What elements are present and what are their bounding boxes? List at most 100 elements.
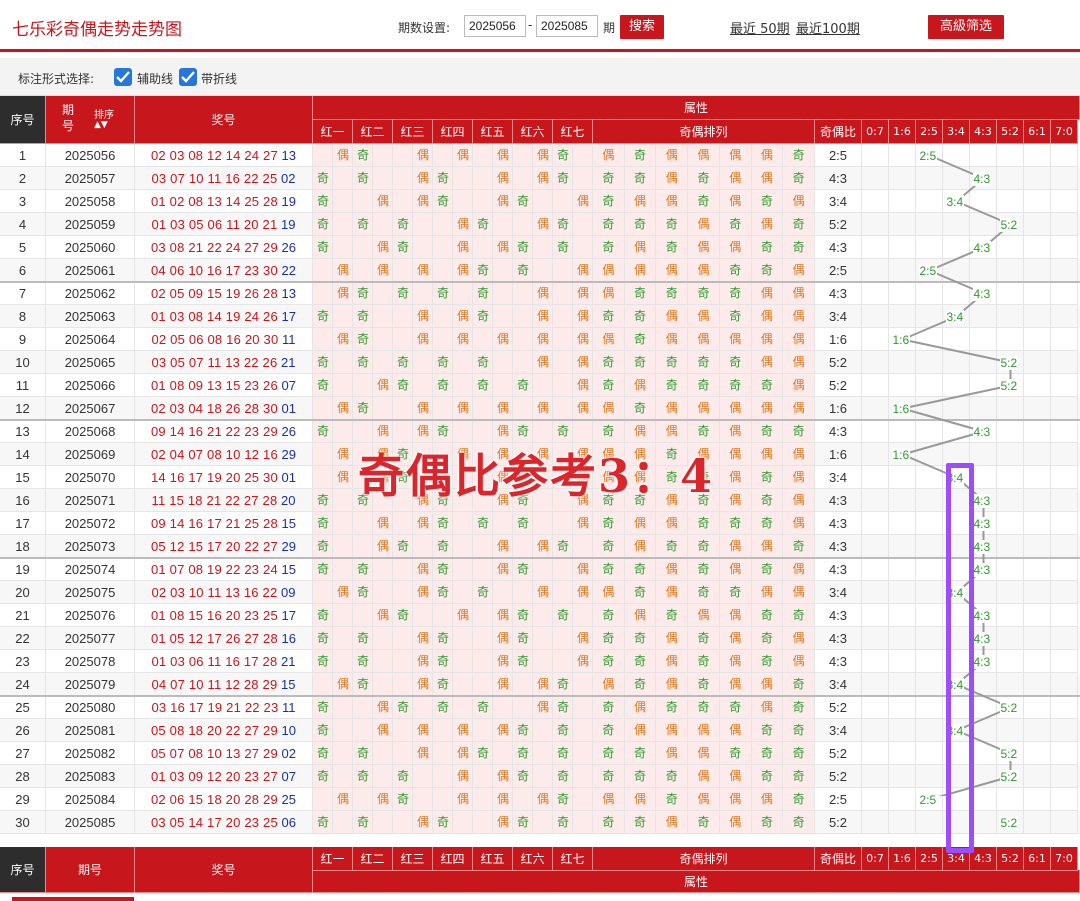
- arrange-mark: 偶: [783, 650, 815, 673]
- red-cell: [453, 512, 473, 535]
- group-separator: [0, 695, 1080, 697]
- row-ratio: 5:2: [815, 811, 862, 834]
- red-cell: [373, 328, 393, 351]
- end-period-input[interactable]: [536, 15, 598, 37]
- ratio-cell: [862, 604, 889, 627]
- start-period-input[interactable]: [464, 15, 526, 37]
- arrange-mark: 偶: [719, 489, 752, 512]
- ratio-cell: [1051, 581, 1078, 604]
- ratio-cell: [889, 466, 916, 489]
- award-numbers: 01 08 09 13 15 23 26: [151, 378, 278, 393]
- table-row: 12 2025067 02 03 04 18 26 28 30 01 偶奇偶偶偶偶偶偶…: [0, 397, 1080, 420]
- odd-mark: 奇: [316, 355, 329, 369]
- row-ratio: 5:2: [815, 765, 862, 788]
- arrange-mark: 偶: [751, 144, 784, 167]
- col-period-header[interactable]: 期号 排序 ▲▼: [46, 96, 135, 144]
- arrange-mark: 奇: [783, 673, 815, 696]
- ratio-cell: [970, 765, 997, 788]
- ratio-cell: [889, 259, 916, 282]
- recent-100-link[interactable]: 最近100期: [796, 18, 860, 37]
- odd-mark: 奇: [556, 171, 569, 185]
- red-cell: [373, 627, 393, 650]
- recent-50-link[interactable]: 最近 50期: [730, 18, 790, 37]
- ratio-cell: [1024, 604, 1051, 627]
- sort-label[interactable]: 排序: [94, 106, 114, 121]
- arrange-mark: 奇: [624, 765, 657, 788]
- odd-mark: 奇: [556, 700, 569, 714]
- special-number: 11: [282, 700, 296, 715]
- even-mark: 偶: [536, 700, 549, 714]
- odd-mark: 奇: [396, 769, 409, 783]
- red-cell: [333, 512, 353, 535]
- red-cell: [533, 604, 553, 627]
- aux-line-checkbox[interactable]: [114, 68, 132, 86]
- hdr-red-7: 红七: [553, 120, 593, 144]
- arrange-mark: 偶: [688, 144, 720, 167]
- red-cell: [553, 581, 573, 604]
- row-seq: 13: [0, 420, 46, 443]
- row-ratio: 2:5: [815, 788, 862, 811]
- advanced-filter-button[interactable]: 高級筛选: [928, 15, 1004, 39]
- red-cell: [373, 650, 393, 673]
- search-button[interactable]: 搜索: [620, 15, 664, 39]
- ratio-cell: [997, 397, 1024, 420]
- row-ratio: 4:3: [815, 604, 862, 627]
- red-cell: [393, 581, 413, 604]
- even-mark: 偶: [536, 171, 549, 185]
- trend-point-label: 4:3: [972, 654, 992, 669]
- ratio-cell: [916, 489, 943, 512]
- special-number: 15: [281, 562, 296, 577]
- ratio-cell: [943, 213, 970, 236]
- red-cell: [473, 190, 493, 213]
- ratio-cell: [889, 765, 916, 788]
- ratio-cell: [970, 351, 997, 374]
- ratio-cell: [862, 259, 889, 282]
- arrange-mark: 偶: [624, 236, 657, 259]
- award-numbers: 02 04 07 08 10 12 16: [151, 447, 278, 462]
- arrange-mark: 偶: [751, 443, 784, 466]
- red-cell: [373, 581, 393, 604]
- ratio-cell: [916, 581, 943, 604]
- odd-mark: 奇: [316, 631, 329, 645]
- arrange-mark: 奇: [783, 213, 815, 236]
- row-seq: 4: [0, 213, 46, 236]
- arrange-mark: 奇: [783, 420, 815, 443]
- row-award: 04 07 10 11 12 28 29 15: [135, 673, 313, 696]
- foot-red-4: 红四: [433, 847, 473, 871]
- ratio-cell: [1051, 489, 1078, 512]
- table-row: 23 2025078 01 03 06 11 16 17 28 21 奇奇偶奇偶奇偶奇…: [0, 650, 1080, 673]
- table-row: 30 2025085 03 05 14 17 20 23 25 06 奇奇偶奇偶奇奇奇…: [0, 811, 1080, 834]
- red-cell: [473, 236, 493, 259]
- red-cell: [333, 696, 353, 719]
- foot-parity-arrange: 奇偶排列: [593, 847, 815, 871]
- odd-mark: 奇: [516, 723, 529, 737]
- arrange-mark: 奇: [719, 374, 752, 397]
- red-cell: [553, 374, 573, 397]
- odd-mark: 奇: [356, 654, 369, 668]
- even-mark: 偶: [376, 263, 389, 277]
- arrange-mark: 奇: [593, 236, 625, 259]
- even-mark: 偶: [496, 654, 509, 668]
- foot-ratio: 奇偶比: [815, 847, 862, 871]
- arrange-mark: 偶: [783, 259, 815, 282]
- special-number: 01: [281, 401, 296, 416]
- ratio-cell: [997, 489, 1024, 512]
- ratio-cell: [862, 742, 889, 765]
- sort-arrows-icon[interactable]: ▲▼: [94, 120, 108, 130]
- arrange-mark: 偶: [719, 466, 752, 489]
- arrange-mark: 奇: [751, 811, 784, 834]
- red-cell: [493, 581, 513, 604]
- odd-mark: 奇: [516, 631, 529, 645]
- ratio-cell: [1051, 282, 1078, 305]
- ratio-cell: [1051, 719, 1078, 742]
- red-cell: [433, 397, 453, 420]
- red-cell: [493, 305, 513, 328]
- ratio-cell: [1051, 259, 1078, 282]
- award-numbers: 11 15 18 21 22 27 28: [151, 493, 278, 508]
- ratio-cell: [1024, 466, 1051, 489]
- arrange-mark: 奇: [624, 167, 657, 190]
- red-cell: [513, 167, 533, 190]
- red-cell: [353, 696, 373, 719]
- even-mark: 偶: [496, 631, 509, 645]
- fold-line-checkbox[interactable]: [179, 68, 197, 86]
